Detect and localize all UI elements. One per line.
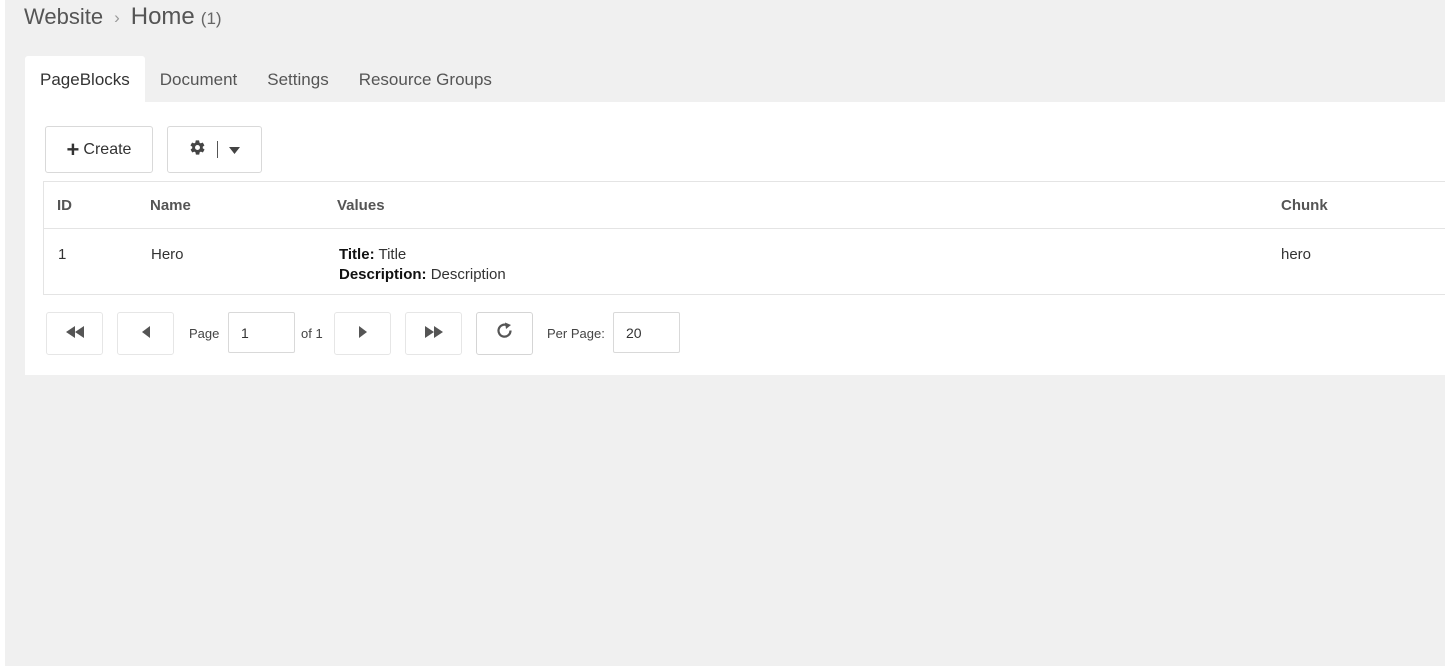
- table-row[interactable]: 1 Hero Title: Title Description: Descrip…: [44, 229, 1445, 295]
- value-line: Title: Title: [339, 245, 506, 265]
- gear-icon: [189, 139, 206, 161]
- plus-icon: +: [66, 136, 80, 162]
- pageblocks-grid: ID Name Values Chunk 1 Hero Title: Title…: [43, 181, 1445, 295]
- cell-chunk: hero: [1281, 246, 1312, 263]
- tab-document[interactable]: Document: [145, 56, 252, 102]
- tab-settings[interactable]: Settings: [252, 56, 343, 102]
- column-header-name[interactable]: Name: [150, 197, 191, 214]
- caret-down-icon: [229, 141, 240, 159]
- tab-pageblocks[interactable]: PageBlocks: [25, 56, 145, 102]
- settings-menu-button[interactable]: [167, 126, 262, 173]
- page-label: Page: [189, 326, 220, 341]
- column-header-values[interactable]: Values: [337, 197, 385, 214]
- per-page-input[interactable]: [613, 312, 680, 353]
- first-page-button[interactable]: [46, 312, 103, 355]
- column-header-chunk[interactable]: Chunk: [1281, 197, 1328, 214]
- page-id-count: (1): [200, 9, 222, 28]
- column-header-id[interactable]: ID: [57, 197, 72, 214]
- create-button-label: Create: [83, 140, 132, 158]
- grid-header: ID Name Values Chunk: [44, 182, 1445, 229]
- value-line: Description: Description: [339, 265, 506, 285]
- page-number-input[interactable]: [228, 312, 295, 353]
- page-background: Website › Home (1) PageBlocks Document S…: [5, 0, 1445, 666]
- cell-values: Title: Title Description: Description: [339, 245, 506, 285]
- next-page-button[interactable]: [334, 312, 391, 355]
- refresh-icon: [495, 321, 515, 346]
- page-total-label: of 1: [301, 326, 323, 341]
- breadcrumb: Website › Home (1): [24, 3, 222, 33]
- pagination-toolbar: Page of 1 Per P: [25, 312, 1445, 355]
- previous-page-button[interactable]: [117, 312, 174, 355]
- value-key: Description:: [339, 266, 427, 283]
- breadcrumb-separator: ›: [114, 8, 120, 27]
- create-button[interactable]: + Create: [45, 126, 153, 173]
- double-left-arrow-icon: [65, 325, 84, 343]
- per-page-label: Per Page:: [547, 326, 605, 341]
- value-text: Description: [430, 266, 506, 283]
- page-title: Home: [130, 3, 195, 30]
- double-right-arrow-icon: [424, 325, 443, 343]
- left-arrow-icon: [141, 325, 150, 343]
- pageblocks-panel: + Create ID Name Values Chunk 1 Hero Tit…: [25, 102, 1445, 375]
- right-arrow-icon: [358, 325, 367, 343]
- cell-id: 1: [58, 246, 67, 263]
- value-text: Title: [378, 246, 407, 263]
- tab-bar: PageBlocks Document Settings Resource Gr…: [25, 56, 507, 102]
- breadcrumb-parent[interactable]: Website: [24, 4, 103, 30]
- refresh-button[interactable]: [476, 312, 533, 355]
- last-page-button[interactable]: [405, 312, 462, 355]
- value-key: Title:: [339, 246, 375, 263]
- cell-name: Hero: [151, 246, 184, 263]
- tab-resource-groups[interactable]: Resource Groups: [344, 56, 507, 102]
- button-divider: [217, 141, 218, 158]
